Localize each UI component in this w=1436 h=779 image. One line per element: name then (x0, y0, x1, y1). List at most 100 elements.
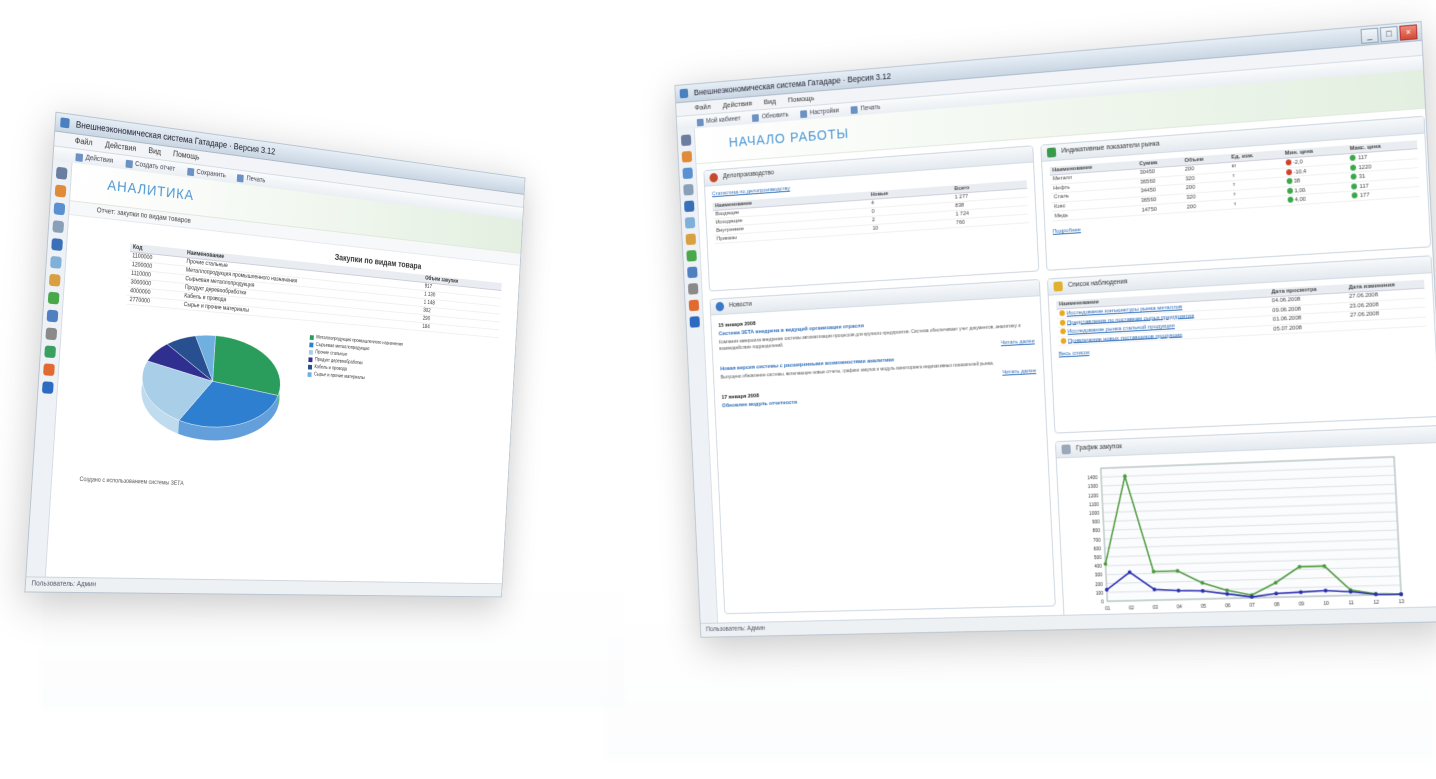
right-content: НАЧАЛО РАБОТЫ Делопроизводство Статистик… (694, 69, 1436, 624)
legend-swatch (308, 349, 314, 355)
y-tick-label: 800 (1092, 528, 1100, 534)
users-icon[interactable] (682, 167, 693, 180)
indicator-value: т (1232, 182, 1236, 189)
menu-file[interactable]: Файл (74, 134, 93, 150)
analytics-icon[interactable] (43, 363, 55, 377)
gear-icon (800, 109, 808, 118)
indicator-cell: 14750 (1138, 202, 1185, 216)
world-icon[interactable] (41, 381, 54, 394)
indicator-value: 34450 (1140, 187, 1157, 195)
indicator-value: 36560 (1140, 197, 1157, 205)
down-arrow-icon (1285, 159, 1292, 166)
watchlist-panel: Список наблюдения Наименование Дата прос… (1046, 255, 1436, 434)
watch-date: 01.06.2008 (1272, 315, 1302, 324)
y-tick-label: 1400 (1087, 475, 1098, 481)
x-tick-label: 12 (1373, 600, 1379, 606)
star-icon (1060, 337, 1067, 344)
indicator-value: 30450 (1139, 169, 1156, 177)
menu-file[interactable]: Файл (694, 100, 711, 114)
maximize-button[interactable]: □ (1379, 25, 1399, 43)
chart-icon[interactable] (687, 266, 698, 279)
excel-icon[interactable] (44, 345, 57, 359)
indicator-value: 200 (1186, 203, 1197, 211)
menu-help[interactable]: Помощь (788, 92, 815, 107)
chart-icon[interactable] (46, 309, 59, 323)
menu-actions[interactable]: Действия (722, 97, 752, 112)
report-icon (125, 159, 133, 168)
watch-date: 23.06.2008 (1349, 302, 1379, 310)
watch-date: 05.07.2008 (1273, 325, 1303, 333)
indicator-cell: 200 (1183, 199, 1232, 213)
globe-icon[interactable] (47, 291, 60, 305)
minimize-button[interactable]: _ (1360, 27, 1379, 44)
app-icon (60, 117, 70, 129)
analytics-window[interactable]: Внешнеэкономическая система Гатадаре · В… (24, 111, 526, 598)
star-icon (1053, 281, 1063, 292)
calendar-icon[interactable] (52, 220, 65, 234)
ship-icon[interactable] (684, 216, 696, 229)
analytics-icon[interactable] (688, 299, 700, 312)
y-tick-label: 1000 (1089, 511, 1100, 517)
pencil-icon[interactable] (685, 233, 697, 246)
indicator-value: 4,00 (1294, 196, 1307, 204)
x-tick-label: 07 (1249, 602, 1255, 608)
print-icon (850, 105, 859, 114)
folder-icon[interactable] (681, 150, 693, 163)
users-icon[interactable] (53, 202, 66, 216)
pencil-icon[interactable] (48, 273, 61, 287)
mail-icon[interactable] (680, 134, 692, 147)
up-arrow-icon (1351, 192, 1359, 199)
folder-icon[interactable] (54, 184, 67, 198)
scene: Внешнеэкономическая система Гатадаре · В… (0, 0, 1436, 779)
indicator-value: т (1233, 201, 1237, 208)
person-icon[interactable] (45, 327, 58, 341)
person-icon[interactable] (687, 283, 699, 295)
y-tick-label: 700 (1093, 537, 1101, 543)
indicator-value: -2,0 (1292, 159, 1303, 166)
left-content: АНАЛИТИКА Отчет: закупки по видам товаро… (46, 162, 523, 585)
globe-icon[interactable] (686, 249, 697, 262)
database-icon[interactable] (684, 200, 695, 213)
star-icon (1059, 310, 1066, 317)
dashboard-window[interactable]: Внешнеэкономическая система Гатадаре · В… (674, 20, 1436, 638)
world-icon[interactable] (689, 316, 700, 328)
y-tick-label: 200 (1095, 581, 1103, 587)
close-button[interactable]: × (1399, 24, 1418, 41)
purchase-line-chart: 0 100 200 300 400 500 600 700 800 900 1000 1100 1200… (1087, 443, 1405, 612)
menu-view[interactable]: Вид (148, 144, 161, 159)
indicator-value: 320 (1186, 194, 1196, 201)
indicator-value: 14750 (1141, 206, 1157, 214)
indicator-value: -10,4 (1293, 168, 1307, 176)
x-tick-label: 13 (1399, 599, 1405, 605)
indicator-value: 36560 (1139, 178, 1156, 186)
y-tick-label: 1100 (1089, 502, 1099, 508)
database-icon[interactable] (51, 237, 63, 252)
actions-icon (75, 152, 84, 162)
print-icon (237, 173, 245, 183)
star-icon (1060, 328, 1066, 335)
legend-swatch (308, 356, 313, 362)
y-tick-label: 0 (1101, 599, 1104, 605)
x-tick-label: 06 (1225, 603, 1231, 609)
legend-swatch (309, 342, 314, 347)
indicators-panel: Индикативные показатели рынка Наименован… (1040, 115, 1432, 271)
y-tick-label: 100 (1096, 590, 1104, 596)
calendar-icon[interactable] (683, 183, 694, 196)
legend-swatch (307, 364, 313, 370)
globe-icon (715, 301, 725, 312)
chart-icon (1061, 444, 1071, 455)
ship-icon[interactable] (50, 255, 62, 269)
indicator-value: Металл (1052, 175, 1073, 183)
x-tick-label: 02 (1129, 605, 1135, 611)
watch-date: 04.06.2008 (1271, 297, 1301, 305)
mail-icon[interactable] (55, 166, 68, 180)
app-icon (679, 88, 689, 99)
indicator-value: Медь (1054, 212, 1069, 220)
document-icon (709, 172, 719, 183)
legend-swatch (307, 371, 312, 377)
page-title: АНАЛИТИКА (106, 177, 195, 205)
watch-date: 09.06.2008 (1272, 306, 1302, 314)
indicator-value: 200 (1184, 166, 1195, 174)
news-panel: Новости 15 января 2008 Система ЗЕТА внедр… (709, 278, 1056, 615)
menu-view[interactable]: Вид (763, 95, 777, 109)
